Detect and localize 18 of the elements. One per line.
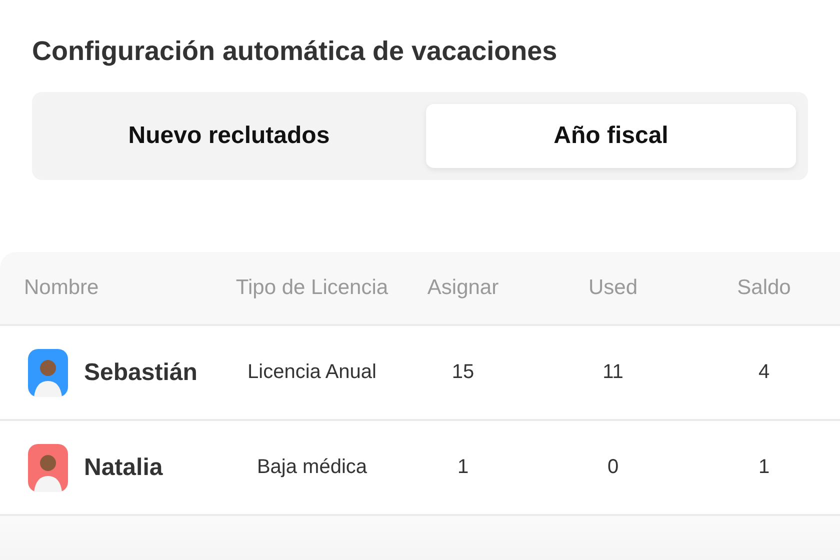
tab[interactable]: Nuevo reclutados (44, 104, 414, 168)
table-cell-text: 1 (757, 456, 771, 479)
table-cell-text: 0 (606, 456, 620, 479)
table-cell-text: 11 (602, 361, 624, 384)
table-cell-text: 1 (456, 456, 470, 479)
column-header: Asignar (426, 276, 500, 300)
employee-name: Natalia (84, 454, 163, 482)
table-cell-text: Baja médica (256, 456, 368, 479)
page-title: Configuración automática de vacaciones (31, 35, 558, 68)
table-cell-text: 4 (757, 361, 771, 384)
table-cell-text: 15 (450, 361, 476, 384)
tab[interactable]: Año fiscal (426, 104, 796, 168)
column-header: Used (587, 276, 639, 300)
column-header: Nombre (23, 276, 100, 300)
column-header: Tipo de Licencia (234, 276, 390, 300)
table-cell-text: Licencia Anual (246, 361, 378, 384)
column-header: Saldo (736, 276, 792, 300)
employee-name: Sebastián (84, 358, 198, 386)
